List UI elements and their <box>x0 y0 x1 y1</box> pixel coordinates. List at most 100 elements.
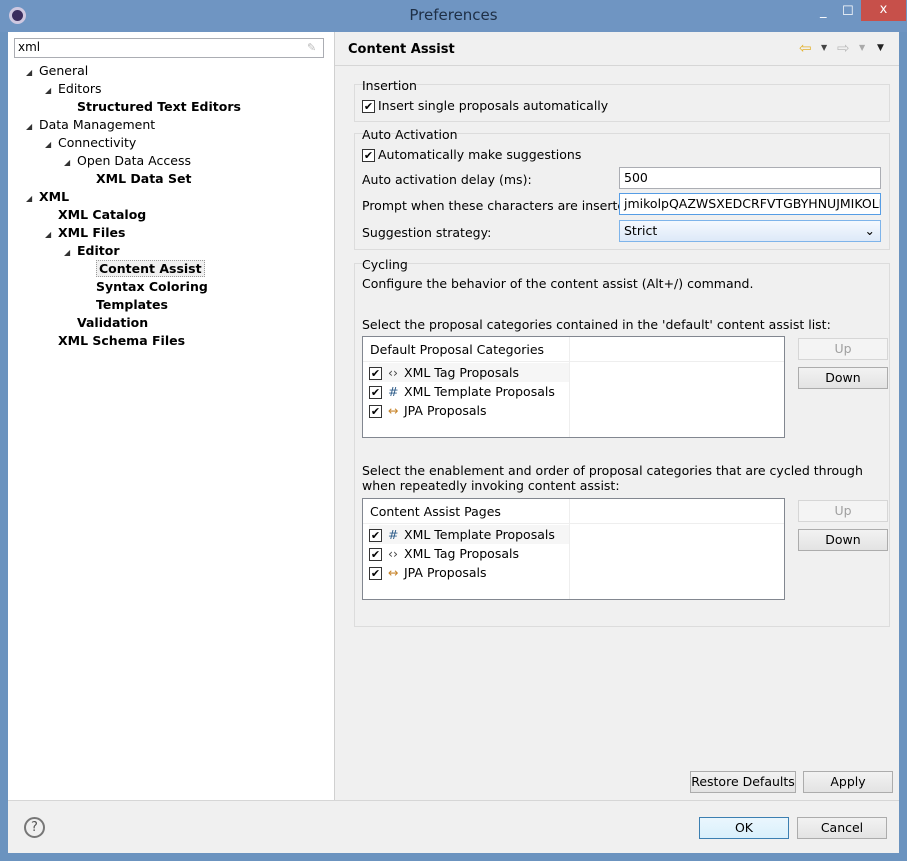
column-divider <box>569 499 570 599</box>
delay-input[interactable]: 500 <box>619 167 881 189</box>
tree-item-label: XML Files <box>58 225 126 240</box>
tree-item-label: Validation <box>77 315 149 330</box>
header-divider <box>363 523 784 524</box>
expanded-arrow-icon[interactable]: ◢ <box>64 244 77 262</box>
list-item-label: JPA Proposals <box>404 565 487 580</box>
pages-down-button[interactable]: Down <box>798 529 888 551</box>
checkbox[interactable]: ✔ <box>369 405 382 418</box>
checkbox[interactable]: ✔ <box>369 386 382 399</box>
forward-dropdown-icon[interactable]: ▼ <box>859 43 865 52</box>
maximize-button[interactable]: ☐ <box>842 4 854 19</box>
list-item-label: XML Template Proposals <box>404 527 555 542</box>
expanded-arrow-icon[interactable]: ◢ <box>26 118 39 136</box>
tree-item[interactable]: Syntax Coloring <box>83 278 208 296</box>
strategy-value: Strict <box>624 223 658 238</box>
close-button[interactable]: x <box>861 0 906 21</box>
cycling-description: Configure the behavior of the content as… <box>362 276 754 291</box>
tree-item-label: XML Schema Files <box>58 333 186 348</box>
checkbox[interactable]: ✔ <box>369 529 382 542</box>
tree-item-label: Connectivity <box>58 135 137 150</box>
pages-description: Select the enablement and order of propo… <box>362 463 863 493</box>
tree-item[interactable]: ◢ Open Data Access <box>64 152 191 170</box>
pages-up-button[interactable]: Up <box>798 500 888 522</box>
hash-icon: # <box>388 384 399 399</box>
help-icon[interactable]: ? <box>24 817 45 838</box>
page-title: Content Assist <box>348 42 455 57</box>
tree-item[interactable]: XML Schema Files <box>45 332 185 350</box>
tree-item-label: XML <box>39 189 70 204</box>
minimize-button[interactable]: _ <box>820 4 827 19</box>
column-divider <box>569 337 570 437</box>
expanded-arrow-icon[interactable]: ◢ <box>64 154 77 172</box>
tree-item[interactable]: ◢ Editors <box>45 80 102 98</box>
strategy-label: Suggestion strategy: <box>362 225 492 240</box>
content-assist-pages-table[interactable]: Content Assist Pages ✔ # XML Template Prop… <box>362 498 785 600</box>
page-header: Content Assist ⇦ ▼ ⇨ ▼ ▼ <box>335 32 899 66</box>
tree-item[interactable]: ◢ XML <box>26 188 69 206</box>
tree-item[interactable]: XML Catalog <box>45 206 146 224</box>
xml-tag-icon: ‹› <box>388 365 398 380</box>
checkbox[interactable]: ✔ <box>362 100 375 113</box>
xml-tag-icon: ‹› <box>388 546 398 561</box>
jpa-icon: ↔ <box>388 403 399 418</box>
expanded-arrow-icon[interactable]: ◢ <box>26 190 39 208</box>
table-header[interactable]: Content Assist Pages <box>370 504 501 519</box>
hash-icon: # <box>388 527 399 542</box>
checkbox[interactable]: ✔ <box>362 149 375 162</box>
dialog-footer: ? OK Cancel <box>8 800 899 853</box>
list-item[interactable]: ✔ # XML Template Proposals <box>369 525 569 544</box>
list-item[interactable]: ✔ ↔ JPA Proposals <box>369 563 487 582</box>
back-dropdown-icon[interactable]: ▼ <box>821 43 827 52</box>
list-item[interactable]: ✔ # XML Template Proposals <box>369 382 555 401</box>
back-arrow-icon[interactable]: ⇦ <box>799 39 812 57</box>
tree-item[interactable]: ◢ Connectivity <box>45 134 136 152</box>
list-item[interactable]: ✔ ‹› XML Tag Proposals <box>369 544 519 563</box>
expanded-arrow-icon[interactable]: ◢ <box>26 64 39 82</box>
cancel-button[interactable]: Cancel <box>797 817 887 839</box>
tree-item[interactable]: Structured Text Editors <box>64 98 241 116</box>
tree-item[interactable]: ◢ General <box>26 62 88 80</box>
strategy-select[interactable]: Strict ⌄ <box>619 220 881 242</box>
prompt-chars-label: Prompt when these characters are inserte… <box>362 198 638 213</box>
expanded-arrow-icon[interactable]: ◢ <box>45 226 58 244</box>
tree-item[interactable]: ◢ Editor <box>64 242 120 260</box>
checkbox[interactable]: ✔ <box>369 367 382 380</box>
auto-suggest-checkbox[interactable]: ✔ Automatically make suggestions <box>362 147 581 162</box>
tree-item[interactable]: Validation <box>64 314 148 332</box>
filter-input[interactable]: xml <box>14 38 324 58</box>
list-item-label: JPA Proposals <box>404 403 487 418</box>
default-down-button[interactable]: Down <box>798 367 888 389</box>
delay-label: Auto activation delay (ms): <box>362 172 532 187</box>
chevron-down-icon: ⌄ <box>864 223 875 238</box>
tree-item-label: XML Data Set <box>96 171 192 186</box>
restore-defaults-button[interactable]: Restore Defaults <box>690 771 796 793</box>
checkbox[interactable]: ✔ <box>369 548 382 561</box>
tree-item[interactable]: ◢ Data Management <box>26 116 155 134</box>
prompt-chars-input[interactable]: jmikolpQAZWSXEDCRFVTGBYHNUJMIKOLP <box>619 193 881 215</box>
expanded-arrow-icon[interactable]: ◢ <box>45 136 58 154</box>
view-menu-icon[interactable]: ▼ <box>877 43 884 53</box>
tree-item[interactable]: ◢ XML Files <box>45 224 125 242</box>
list-item[interactable]: ✔ ‹› XML Tag Proposals <box>369 363 569 382</box>
tree-item-label: Editor <box>77 243 120 258</box>
default-categories-table[interactable]: Default Proposal Categories ✔ ‹› XML Tag P… <box>362 336 785 438</box>
ok-button[interactable]: OK <box>699 817 789 839</box>
insertion-label: Insertion <box>362 78 417 93</box>
tree-item[interactable]: Content Assist <box>83 260 205 278</box>
insert-single-checkbox[interactable]: ✔ Insert single proposals automatically <box>362 98 608 113</box>
tree-item[interactable]: XML Data Set <box>83 170 191 188</box>
auto-suggest-label: Automatically make suggestions <box>378 147 582 162</box>
checkbox[interactable]: ✔ <box>369 567 382 580</box>
apply-button[interactable]: Apply <box>803 771 893 793</box>
content-assist-page: Content Assist ⇦ ▼ ⇨ ▼ ▼ Insertion ✔ Inse… <box>335 32 899 800</box>
tree-item[interactable]: Templates <box>83 296 168 314</box>
default-up-button[interactable]: Up <box>798 338 888 360</box>
table-header[interactable]: Default Proposal Categories <box>370 342 544 357</box>
tree-item-label: Templates <box>96 297 168 312</box>
window-title: Preferences <box>409 6 498 24</box>
forward-arrow-icon[interactable]: ⇨ <box>837 39 850 57</box>
list-item[interactable]: ✔ ↔ JPA Proposals <box>369 401 487 420</box>
clear-filter-icon[interactable]: ✎ <box>307 41 316 54</box>
list-item-label: XML Template Proposals <box>404 384 555 399</box>
expanded-arrow-icon[interactable]: ◢ <box>45 82 58 100</box>
